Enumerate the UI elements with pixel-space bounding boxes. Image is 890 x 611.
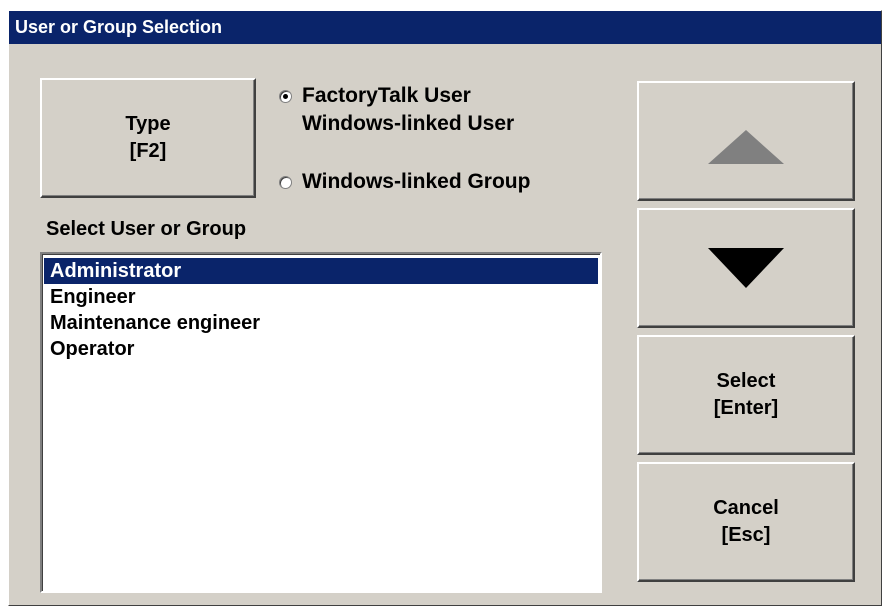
dialog-window: User or Group Selection Type [F2] Factor… (8, 10, 882, 606)
scroll-up-button[interactable] (637, 81, 855, 201)
cancel-button-label: Cancel [Esc] (713, 497, 779, 546)
radio-button-checked[interactable] (279, 90, 292, 103)
type-button-label: Type [F2] (125, 113, 171, 162)
scroll-down-button[interactable] (637, 208, 855, 328)
title-bar[interactable]: User or Group Selection (9, 11, 881, 44)
radio-label-windows-linked-group: Windows-linked Group (302, 170, 531, 193)
cancel-button[interactable]: Cancel [Esc] (637, 462, 855, 582)
list-item[interactable]: Administrator (44, 258, 598, 284)
radio-windows-linked-group[interactable]: Windows-linked Group (279, 168, 530, 196)
select-button[interactable]: Select [Enter] (637, 335, 855, 455)
user-group-listbox[interactable]: Administrator Engineer Maintenance engin… (40, 252, 602, 593)
list-label: Select User or Group (46, 218, 247, 240)
select-button-label: Select [Enter] (713, 370, 779, 419)
triangle-up-icon (708, 130, 784, 164)
list-item[interactable]: Engineer (44, 284, 598, 310)
radio-button-unchecked[interactable] (279, 176, 292, 189)
radio-label-factorytalk-user: FactoryTalk User Windows-linked User (302, 84, 515, 135)
radio-factorytalk-user[interactable]: FactoryTalk User Windows-linked User (279, 82, 514, 138)
list-item[interactable]: Maintenance engineer (44, 310, 598, 336)
type-button[interactable]: Type [F2] (40, 78, 256, 198)
triangle-down-icon (708, 248, 784, 288)
list-item[interactable]: Operator (44, 336, 598, 362)
